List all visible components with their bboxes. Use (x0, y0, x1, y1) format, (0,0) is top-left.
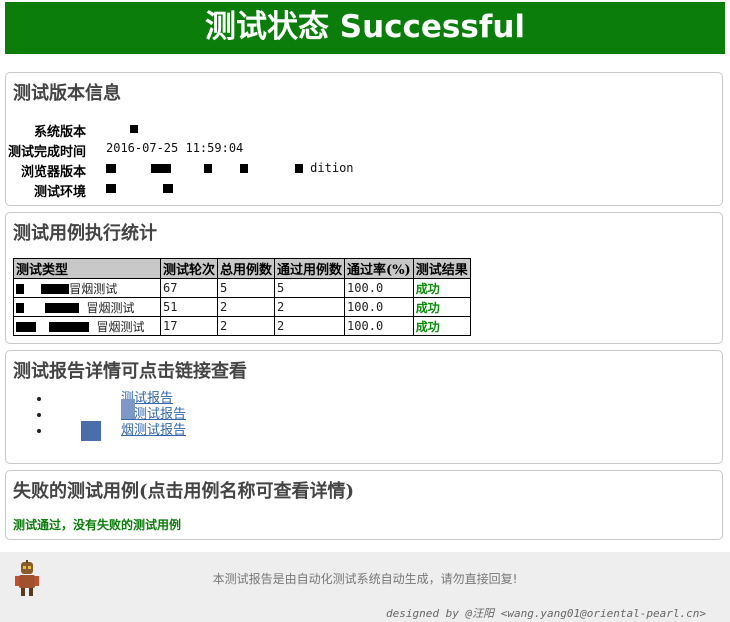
info-label: 测试环境 (33, 185, 86, 200)
status-banner: 测试状态 Successful (5, 2, 725, 54)
redaction (239, 164, 248, 173)
failures-title: 失败的测试用例(点击用例名称可查看详情) (13, 481, 355, 502)
stats-header-row: 测试类型 测试轮次 总用例数 通过用例数 通过率(%) 测试结果 (13, 258, 471, 279)
info-label: 浏览器版本 (20, 165, 86, 180)
reports-panel: 测试报告详情可点击链接查看 测试报告 烟测试报告 烟测试报告 (5, 350, 723, 464)
redaction (16, 303, 24, 313)
cell-total: 2 (217, 316, 276, 336)
table-row: 冒烟测试 67 5 5 100.0 成功 (13, 278, 471, 298)
cell-type: 冒烟测试 (13, 297, 161, 317)
cell-rate: 100.0 (344, 316, 414, 336)
info-row-browser-version: 浏览器版本 dition (6, 161, 706, 180)
table-row: 冒烟测试 51 2 2 100.0 成功 (13, 297, 471, 317)
info-value (106, 121, 138, 135)
footer: 本测试报告是由自动化测试系统自动生成，请勿直接回复! designed by @… (0, 552, 730, 622)
version-info-title: 测试版本信息 (13, 83, 121, 104)
cell-result: 成功 (412, 297, 471, 317)
info-value: 2016-07-25 11:59:04 (106, 141, 244, 155)
redaction (204, 164, 213, 173)
report-link[interactable]: 烟测试报告 (121, 423, 186, 438)
stats-panel: 测试用例执行统计 测试类型 测试轮次 总用例数 通过用例数 通过率(%) 测试结… (5, 212, 723, 344)
cell-passed: 5 (274, 278, 346, 298)
redaction (163, 184, 174, 193)
redaction (151, 164, 172, 173)
footer-credit: designed by @汪阳 <wang.yang01@oriental-pe… (385, 607, 706, 620)
header-type: 测试类型 (13, 258, 161, 279)
header-rounds: 测试轮次 (159, 258, 219, 279)
cell-passed: 2 (274, 297, 346, 317)
cell-total: 2 (217, 297, 276, 317)
redaction (16, 322, 36, 332)
failures-panel: 失败的测试用例(点击用例名称可查看详情) 测试通过，没有失败的测试用例 (5, 470, 723, 540)
redaction (106, 164, 116, 173)
redaction (45, 303, 80, 313)
info-row-finish-time: 测试完成时间 2016-07-25 11:59:04 (6, 141, 706, 160)
footer-text: 本测试报告是由自动化测试系统自动生成，请勿直接回复! (212, 572, 518, 586)
stats-table: 测试类型 测试轮次 总用例数 通过用例数 通过率(%) 测试结果 冒烟测试 67… (13, 258, 471, 336)
redaction (81, 421, 101, 441)
list-item: 烟测试报告 (51, 407, 186, 423)
version-info-panel: 测试版本信息 系统版本 测试完成时间 2016-07-25 11:59:04 浏… (5, 72, 723, 206)
info-label: 系统版本 (33, 125, 86, 140)
redaction (41, 284, 70, 294)
info-value (106, 181, 174, 195)
cell-type: 冒烟测试 (13, 278, 161, 298)
cell-result: 成功 (412, 316, 471, 336)
cell-rate: 100.0 (344, 297, 414, 317)
header-passed: 通过用例数 (274, 258, 346, 279)
cell-rounds: 67 (159, 278, 219, 298)
redaction (121, 399, 135, 419)
stats-title: 测试用例执行统计 (13, 223, 157, 244)
no-failures-message: 测试通过，没有失败的测试用例 (13, 518, 182, 532)
info-value: dition (106, 161, 354, 175)
header-result: 测试结果 (412, 258, 471, 279)
header-total: 总用例数 (217, 258, 276, 279)
redaction (106, 184, 116, 193)
cell-rounds: 17 (159, 316, 219, 336)
cell-type: 冒烟测试 (13, 316, 161, 336)
cell-rounds: 51 (159, 297, 219, 317)
info-label: 测试完成时间 (7, 145, 86, 160)
reports-title: 测试报告详情可点击链接查看 (13, 361, 247, 382)
info-row-environment: 测试环境 (6, 181, 706, 200)
list-item: 烟测试报告 (51, 423, 186, 439)
info-row-system-version: 系统版本 (6, 121, 706, 140)
redaction (294, 164, 303, 173)
cell-total: 5 (217, 278, 276, 298)
cell-rate: 100.0 (344, 278, 414, 298)
cell-result: 成功 (412, 278, 471, 298)
redaction (130, 124, 138, 133)
report-link-list: 测试报告 烟测试报告 烟测试报告 (31, 391, 186, 439)
table-row: 冒烟测试 17 2 2 100.0 成功 (13, 316, 471, 336)
redaction (49, 322, 90, 332)
header-rate: 通过率(%) (344, 258, 414, 279)
redaction (16, 284, 24, 294)
cell-passed: 2 (274, 316, 346, 336)
list-item: 测试报告 (51, 391, 186, 407)
